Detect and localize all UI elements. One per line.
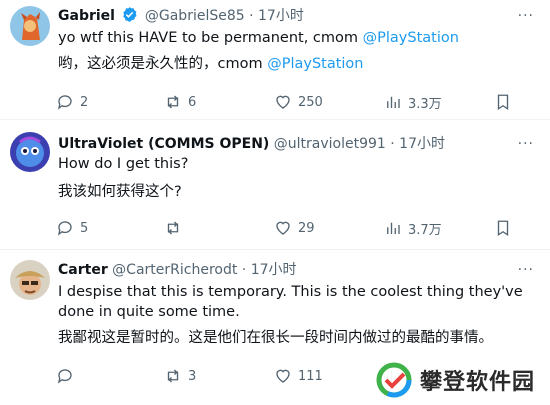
mention-link[interactable]: @PlayStation — [267, 56, 363, 72]
more-options-icon[interactable]: ··· — [518, 134, 534, 154]
reply-button[interactable]: 2 — [56, 90, 88, 114]
translation-body: 哟，这必须是永久性的，cmom — [58, 56, 268, 72]
retweet-count: 3 — [188, 368, 197, 384]
action-bar: 5 29 3.7万 — [52, 216, 522, 240]
like-count: 29 — [298, 220, 315, 236]
tweet-ultraviolet[interactable]: UltraViolet (COMMS OPEN) @ultraviolet991… — [0, 120, 550, 250]
reply-icon — [57, 221, 72, 236]
reply-button[interactable] — [56, 364, 80, 388]
bookmark-button[interactable] — [494, 90, 512, 114]
view-count: 3.3万 — [408, 96, 442, 112]
heart-icon — [276, 221, 290, 235]
reply-icon — [57, 95, 72, 110]
separator-dot: · — [390, 136, 395, 152]
tweet-text: yo wtf this HAVE to be permanent, cmom @… — [58, 28, 459, 48]
bookmark-icon — [497, 220, 509, 237]
tweet-translation: 我鄙视这是暂时的。这是他们在很长一段时间内做过的最酷的事情。 — [58, 330, 493, 346]
like-button[interactable]: 111 — [274, 364, 323, 388]
display-name[interactable]: Gabriel — [58, 8, 115, 24]
retweet-button[interactable] — [164, 216, 188, 240]
separator-dot: · — [241, 262, 247, 278]
like-count: 250 — [298, 94, 323, 110]
more-options-icon[interactable]: ··· — [518, 260, 534, 280]
reply-count: 5 — [80, 220, 89, 236]
watermark: 攀登软件园 — [370, 355, 550, 405]
views-icon — [387, 96, 400, 108]
timestamp[interactable]: 17小时 — [251, 262, 297, 278]
display-name[interactable]: UltraViolet (COMMS OPEN) — [58, 136, 269, 152]
avatar[interactable] — [10, 6, 50, 46]
bookmark-icon — [497, 94, 509, 111]
display-name[interactable]: Carter — [58, 262, 108, 278]
reply-icon — [57, 369, 72, 384]
watermark-text: 攀登软件园 — [420, 370, 536, 395]
like-button[interactable]: 29 — [274, 216, 315, 240]
handle[interactable]: @CarterRicherodt — [112, 262, 237, 278]
more-options-icon[interactable]: ··· — [518, 6, 534, 26]
retweet-button[interactable]: 3 — [164, 364, 196, 388]
handle[interactable]: @ultraviolet991 — [274, 136, 386, 152]
avatar[interactable] — [10, 260, 50, 300]
like-count: 111 — [298, 368, 323, 384]
reply-count: 2 — [80, 94, 89, 110]
views-icon — [387, 222, 400, 234]
tweet-translation: 哟，这必须是永久性的，cmom @PlayStation — [58, 54, 364, 74]
views-button[interactable]: 3.3万 — [384, 90, 442, 114]
heart-icon — [276, 369, 290, 383]
timestamp[interactable]: 17小时 — [399, 136, 445, 152]
views-button[interactable]: 3.7万 — [384, 216, 442, 240]
separator-dot: · — [249, 8, 254, 24]
reply-button[interactable]: 5 — [56, 216, 88, 240]
like-button[interactable]: 250 — [274, 90, 323, 114]
timestamp[interactable]: 17小时 — [258, 8, 304, 24]
retweet-icon — [167, 369, 179, 383]
action-bar: 2 6 250 3.3万 — [52, 90, 522, 114]
avatar[interactable] — [10, 132, 50, 172]
heart-icon — [276, 95, 290, 109]
tweet-text-body: yo wtf this HAVE to be permanent, cmom — [58, 30, 363, 46]
handle[interactable]: @GabrielSe85 — [145, 8, 245, 24]
tweet-text: I despise that this is temporary. This i… — [58, 284, 523, 320]
tweet-translation: 我该如何获得这个? — [58, 184, 182, 200]
watermark-logo-icon — [376, 362, 412, 398]
retweet-icon — [167, 95, 179, 109]
retweet-icon — [167, 221, 179, 235]
tweet-text: How do I get this? — [58, 156, 189, 172]
bookmark-button[interactable] — [494, 216, 512, 240]
tweet-gabriel[interactable]: Gabriel @GabrielSe85 · 17小时 ··· yo wtf t… — [0, 0, 550, 120]
verified-badge-icon — [121, 6, 138, 29]
retweet-button[interactable]: 6 — [164, 90, 196, 114]
mention-link[interactable]: @PlayStation — [363, 30, 459, 46]
retweet-count: 6 — [188, 94, 197, 110]
view-count: 3.7万 — [408, 222, 442, 238]
